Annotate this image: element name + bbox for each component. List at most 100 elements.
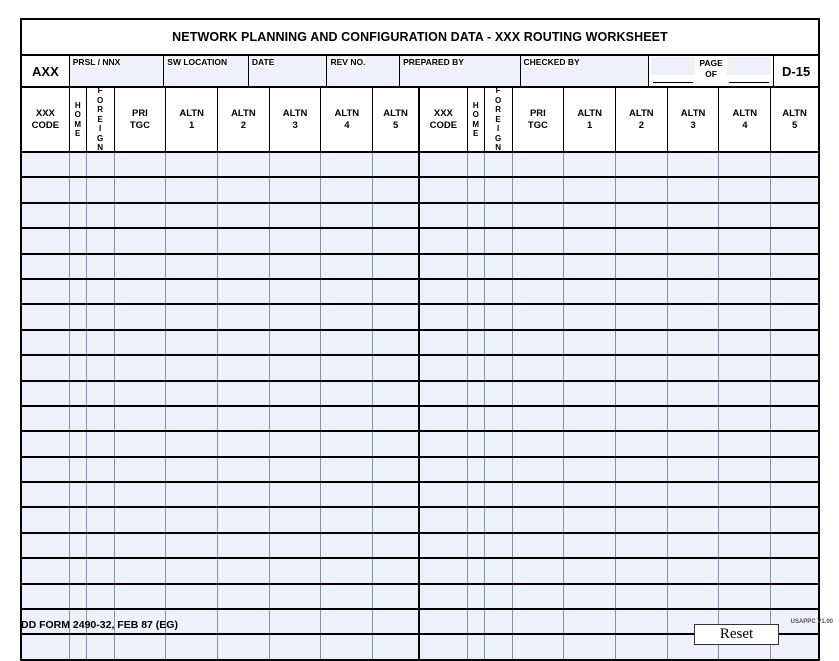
table-cell[interactable] [69, 584, 87, 609]
table-cell[interactable] [269, 406, 322, 431]
table-cell[interactable] [719, 279, 772, 304]
table-cell[interactable] [114, 330, 167, 355]
table-cell[interactable] [771, 483, 818, 507]
table-cell[interactable] [22, 406, 70, 431]
table-cell[interactable] [86, 559, 115, 583]
table-cell[interactable] [114, 254, 167, 278]
table-cell[interactable] [512, 559, 565, 583]
table-cell[interactable] [467, 610, 485, 634]
table-cell[interactable] [667, 305, 720, 329]
table-cell[interactable] [719, 533, 772, 558]
table-cell[interactable] [114, 203, 167, 228]
table-cell[interactable] [269, 457, 322, 482]
table-cell[interactable] [512, 457, 565, 482]
table-cell[interactable] [484, 203, 513, 228]
table-cell[interactable] [512, 381, 565, 405]
table-cell[interactable] [419, 305, 468, 329]
table-cell[interactable] [467, 533, 485, 558]
table-cell[interactable] [771, 508, 818, 532]
table-cell[interactable] [22, 254, 70, 278]
table-cell[interactable] [467, 279, 485, 304]
table-cell[interactable] [564, 229, 616, 253]
table-cell[interactable] [419, 432, 468, 456]
table-cell[interactable] [616, 381, 668, 405]
table-cell[interactable] [321, 457, 374, 482]
table-cell[interactable] [321, 610, 374, 634]
table-cell[interactable] [86, 635, 115, 659]
table-cell[interactable] [467, 153, 485, 177]
table-cell[interactable] [269, 584, 322, 609]
table-cell[interactable] [667, 559, 720, 583]
table-cell[interactable] [484, 457, 513, 482]
table-cell[interactable] [484, 305, 513, 329]
table-cell[interactable] [86, 356, 115, 380]
date-field[interactable]: DATE [248, 56, 328, 86]
table-cell[interactable] [373, 635, 420, 659]
table-cell[interactable] [512, 533, 565, 558]
table-cell[interactable] [564, 356, 616, 380]
table-cell[interactable] [616, 254, 668, 278]
table-cell[interactable] [269, 635, 322, 659]
table-cell[interactable] [719, 330, 772, 355]
table-cell[interactable] [419, 559, 468, 583]
table-cell[interactable] [69, 279, 87, 304]
table-cell[interactable] [22, 559, 70, 583]
table-cell[interactable] [719, 381, 772, 405]
table-cell[interactable] [86, 153, 115, 177]
table-cell[interactable] [22, 305, 70, 329]
table-cell[interactable] [218, 635, 270, 659]
table-cell[interactable] [771, 584, 818, 609]
table-cell[interactable] [512, 483, 565, 507]
table-cell[interactable] [419, 406, 468, 431]
table-cell[interactable] [166, 406, 219, 431]
table-cell[interactable] [667, 508, 720, 532]
table-cell[interactable] [373, 381, 420, 405]
table-cell[interactable] [667, 229, 720, 253]
table-cell[interactable] [86, 533, 115, 558]
table-cell[interactable] [321, 635, 374, 659]
table-cell[interactable] [114, 356, 167, 380]
table-cell[interactable] [218, 203, 270, 228]
table-cell[interactable] [373, 279, 420, 304]
table-cell[interactable] [771, 330, 818, 355]
table-cell[interactable] [484, 178, 513, 202]
table-cell[interactable] [218, 305, 270, 329]
table-cell[interactable] [166, 153, 219, 177]
table-cell[interactable] [564, 508, 616, 532]
table-cell[interactable] [373, 533, 420, 558]
table-cell[interactable] [86, 330, 115, 355]
table-cell[interactable] [22, 635, 70, 659]
table-cell[interactable] [22, 483, 70, 507]
table-cell[interactable] [512, 305, 565, 329]
table-cell[interactable] [719, 406, 772, 431]
table-cell[interactable] [218, 381, 270, 405]
table-cell[interactable] [69, 203, 87, 228]
table-cell[interactable] [166, 381, 219, 405]
table-cell[interactable] [114, 381, 167, 405]
table-cell[interactable] [667, 533, 720, 558]
table-cell[interactable] [616, 432, 668, 456]
table-cell[interactable] [512, 356, 565, 380]
table-cell[interactable] [512, 635, 565, 659]
table-cell[interactable] [22, 533, 70, 558]
table-cell[interactable] [564, 203, 616, 228]
table-cell[interactable] [771, 406, 818, 431]
table-cell[interactable] [667, 279, 720, 304]
table-cell[interactable] [467, 457, 485, 482]
table-cell[interactable] [467, 584, 485, 609]
table-cell[interactable] [419, 178, 468, 202]
table-cell[interactable] [564, 432, 616, 456]
table-cell[interactable] [22, 432, 70, 456]
table-cell[interactable] [218, 178, 270, 202]
table-cell[interactable] [218, 330, 270, 355]
table-cell[interactable] [616, 178, 668, 202]
table-cell[interactable] [512, 508, 565, 532]
table-cell[interactable] [667, 153, 720, 177]
table-cell[interactable] [22, 229, 70, 253]
table-cell[interactable] [719, 432, 772, 456]
table-cell[interactable] [166, 229, 219, 253]
table-cell[interactable] [69, 305, 87, 329]
table-cell[interactable] [484, 559, 513, 583]
table-cell[interactable] [373, 406, 420, 431]
table-cell[interactable] [86, 457, 115, 482]
